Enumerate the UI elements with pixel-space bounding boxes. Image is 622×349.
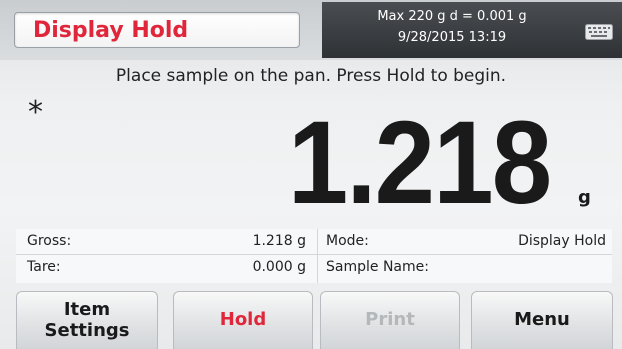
info-row-gross-mode: Gross: 1.218 g Mode: Display Hold xyxy=(16,229,612,255)
mode-label: Mode: xyxy=(326,233,369,249)
capacity-readability: Max 220 g d = 0.001 g xyxy=(377,9,527,24)
item-settings-button[interactable]: Item Settings xyxy=(16,291,158,349)
balance-info-panel: Max 220 g d = 0.001 g 9/28/2015 13:19 xyxy=(322,2,622,58)
instruction-text: Place sample on the pan. Press Hold to b… xyxy=(115,66,507,86)
tare-label: Tare: xyxy=(27,259,61,275)
keyboard-icon[interactable] xyxy=(585,24,613,40)
menu-button-label: Menu xyxy=(514,309,570,331)
balance-screen: Display Hold Max 220 g d = 0.001 g 9/28/… xyxy=(0,0,622,349)
weight-unit: g xyxy=(578,187,591,208)
top-bar: Display Hold Max 220 g d = 0.001 g 9/28/… xyxy=(0,0,622,60)
info-table: Gross: 1.218 g Mode: Display Hold Tare: … xyxy=(16,229,612,283)
date-time: 9/28/2015 13:19 xyxy=(397,30,507,45)
gross-label: Gross: xyxy=(27,233,72,249)
print-button[interactable]: Print xyxy=(320,291,460,349)
mode-value: Display Hold xyxy=(518,233,606,249)
print-button-label: Print xyxy=(365,309,415,331)
item-settings-label-line2: Settings xyxy=(44,319,130,341)
menu-button[interactable]: Menu xyxy=(471,291,613,349)
gross-value: 1.218 g xyxy=(252,233,306,249)
weight-reading: 1.218 xyxy=(287,97,552,229)
stability-indicator: * xyxy=(28,95,43,130)
mode-title-box[interactable]: Display Hold xyxy=(14,12,300,48)
tare-value: 0.000 g xyxy=(252,259,306,275)
sample-name-label: Sample Name: xyxy=(326,259,429,275)
info-row-tare-sample: Tare: 0.000 g Sample Name: xyxy=(16,255,612,280)
mode-title: Display Hold xyxy=(33,18,189,43)
hold-button[interactable]: Hold xyxy=(173,291,313,349)
hold-button-label: Hold xyxy=(219,309,267,331)
item-settings-label-line1: Item xyxy=(63,298,111,320)
